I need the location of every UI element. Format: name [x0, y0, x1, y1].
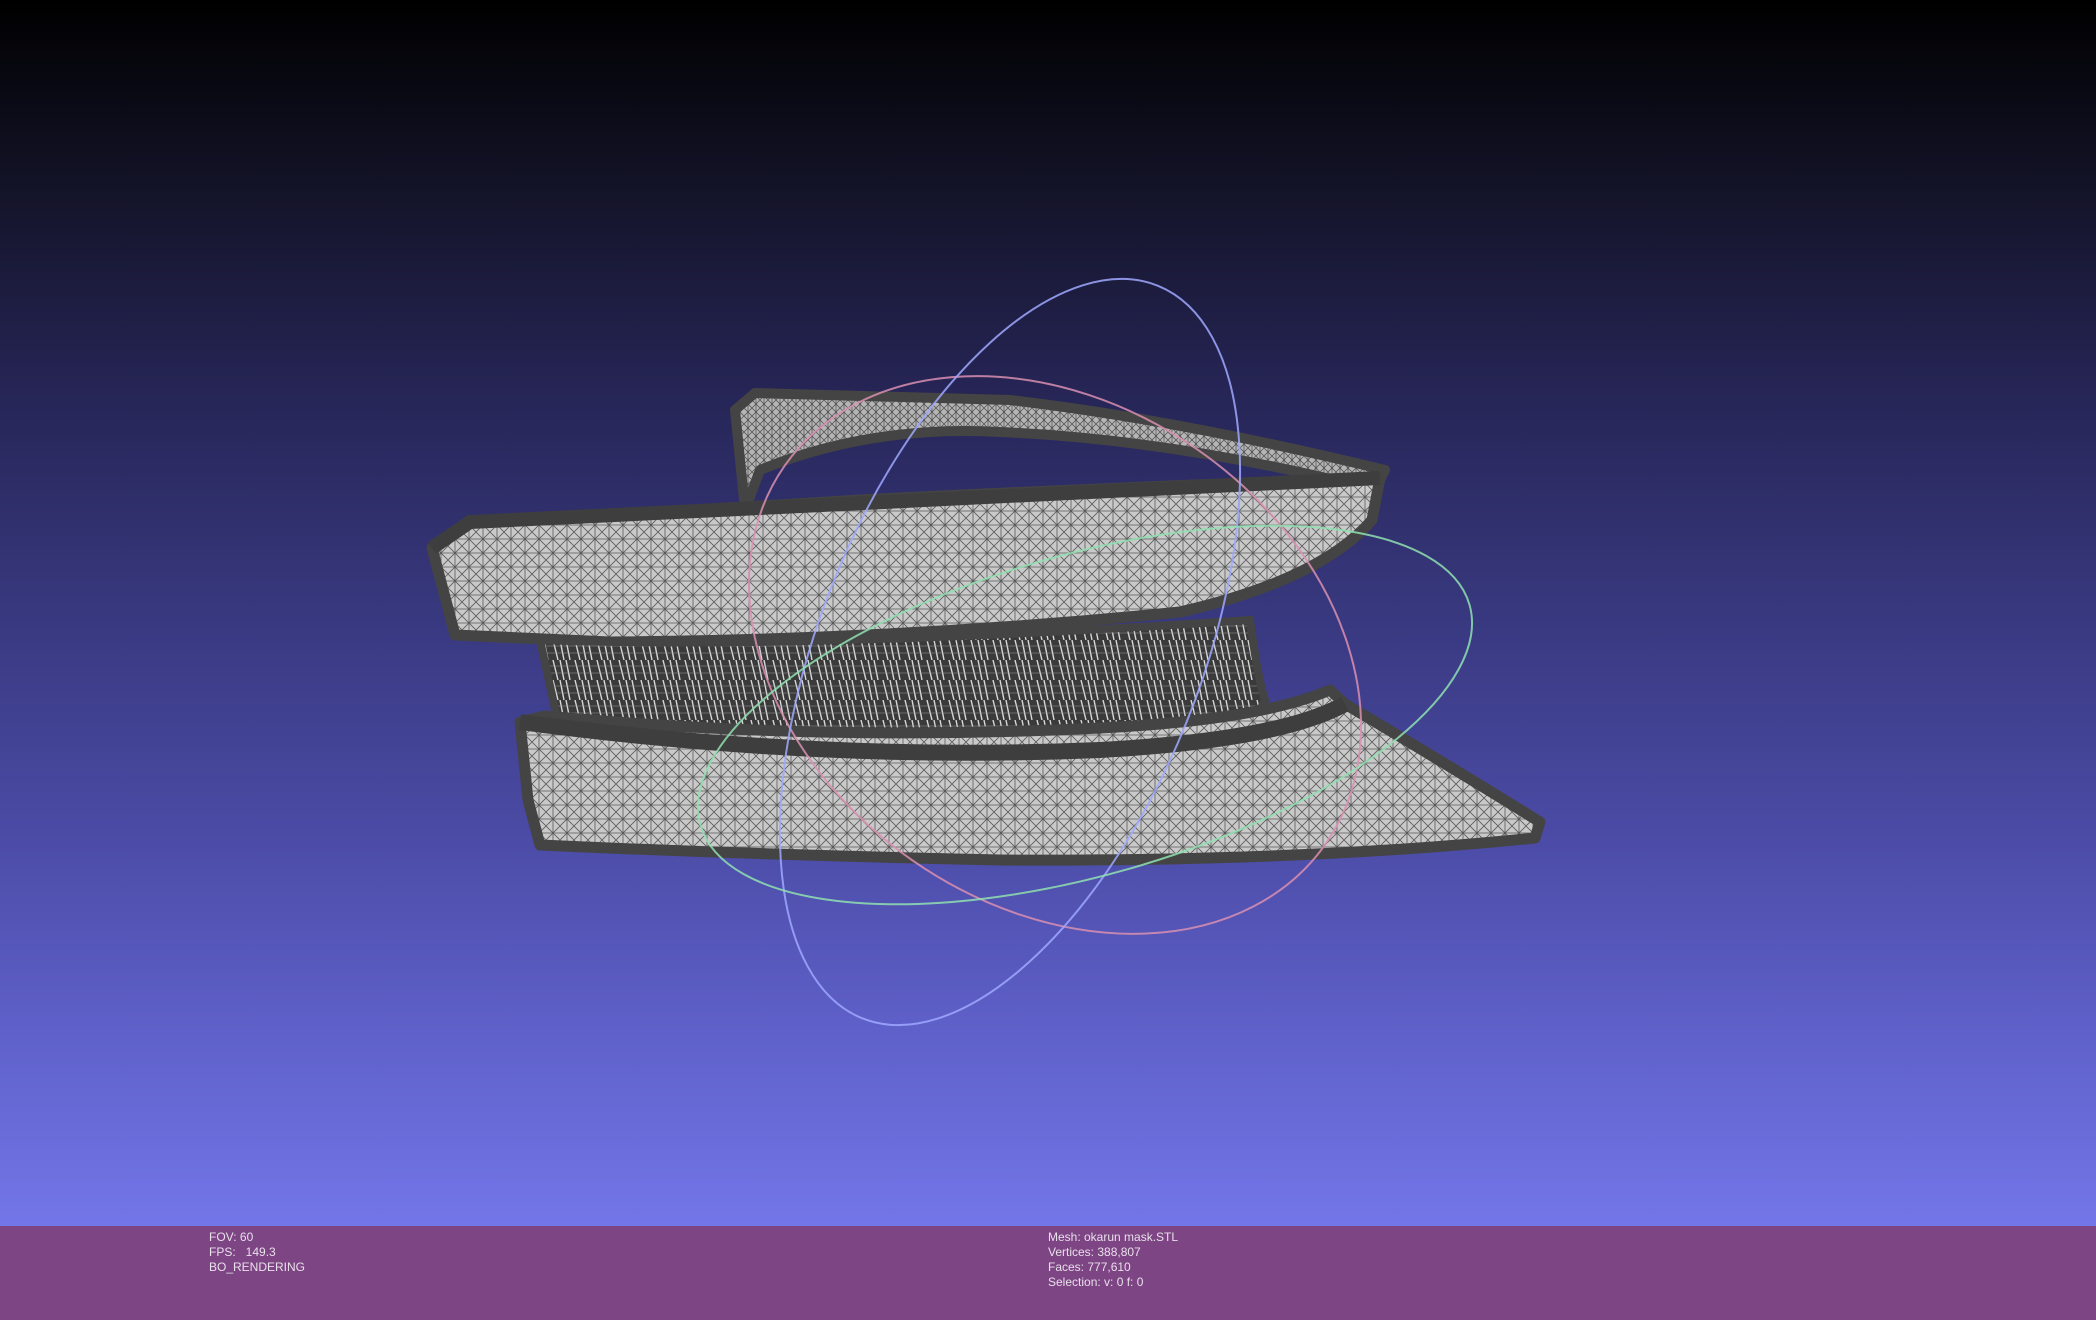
selection-readout: Selection: v: 0 f: 0 — [1048, 1275, 1144, 1289]
faces-readout: Faces: 777,610 — [1048, 1260, 1131, 1274]
mesh-name-readout: Mesh: okarun mask.STL — [1048, 1230, 1179, 1244]
fov-readout: FOV: 60 — [209, 1230, 254, 1244]
3d-viewport[interactable] — [0, 0, 2096, 1226]
status-info-bar: FOV: 60 FPS: 149.3 BO_RENDERING Mesh: ok… — [0, 1226, 2096, 1320]
mesh-info-panel: Mesh: okarun mask.STL Vertices: 388,807 … — [1048, 1230, 1178, 1290]
mesh-scene[interactable] — [0, 0, 2096, 1226]
vertices-readout: Vertices: 388,807 — [1048, 1245, 1141, 1259]
fps-readout: FPS: 149.3 — [209, 1245, 276, 1259]
render-info-panel: FOV: 60 FPS: 149.3 BO_RENDERING — [209, 1230, 305, 1275]
render-mode-readout: BO_RENDERING — [209, 1260, 306, 1274]
